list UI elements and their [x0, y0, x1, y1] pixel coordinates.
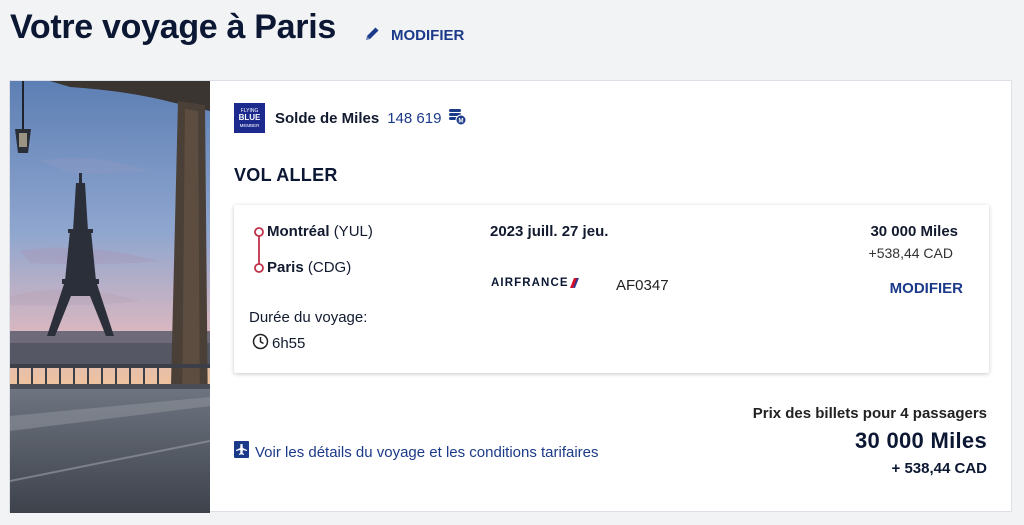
- total-price-label: Prix des billets pour 4 passagers: [752, 405, 987, 422]
- trip-details-label: Voir les détails du voyage et les condit…: [255, 443, 599, 461]
- miles-balance-value: 148 619: [387, 109, 442, 127]
- airfrance-logo-icon: AIRFRANCE: [491, 277, 569, 289]
- flying-blue-logo-line2: BLUE: [239, 113, 261, 122]
- duration-label: Durée du voyage:: [249, 309, 368, 326]
- airfrance-stripe-icon: [569, 278, 579, 288]
- miles-coins-icon: M: [447, 106, 467, 131]
- modify-trip-label: MODIFIER: [391, 27, 465, 44]
- route-line-icon: [254, 227, 264, 273]
- outbound-section-title: VOL ALLER: [234, 165, 338, 185]
- destination-city: Paris: [267, 259, 304, 276]
- duration-value: 6h55: [272, 335, 306, 352]
- trip-card: FLYING BLUE MEMBER Solde de Miles 148 61…: [9, 80, 1012, 513]
- destination: Paris (CDG): [267, 259, 351, 276]
- flight-price-cad: +538,44 CAD: [868, 245, 953, 261]
- flying-blue-logo: FLYING BLUE MEMBER: [234, 103, 265, 133]
- airplane-document-icon: [234, 441, 250, 463]
- svg-text:M: M: [459, 118, 464, 124]
- flying-blue-logo-line3: MEMBER: [240, 123, 261, 128]
- duration: 6h55: [252, 333, 305, 354]
- clock-icon: [252, 333, 269, 354]
- flight-date: 2023 juill. 27 jeu.: [490, 223, 609, 240]
- outbound-flight-card: Montréal (YUL) Paris (CDG) Durée du voya…: [234, 205, 989, 373]
- modify-flight-button[interactable]: MODIFIER: [890, 280, 963, 297]
- total-price-miles: 30 000 Miles: [854, 428, 987, 453]
- pencil-icon: [364, 25, 381, 46]
- trip-details-link[interactable]: Voir les détails du voyage et les condit…: [234, 441, 599, 463]
- miles-balance: FLYING BLUE MEMBER Solde de Miles 148 61…: [234, 103, 467, 133]
- airline: AIRFRANCE: [491, 277, 581, 289]
- miles-balance-label: Solde de Miles: [275, 109, 380, 127]
- total-price-cad: + 538,44 CAD: [891, 460, 987, 477]
- flight-price-miles: 30 000 Miles: [870, 223, 958, 240]
- modify-trip-button[interactable]: MODIFIER: [364, 25, 464, 46]
- destination-code: (CDG): [307, 259, 352, 276]
- flight-number: AF0347: [616, 277, 669, 294]
- page-title: Votre voyage à Paris: [10, 8, 336, 46]
- eiffel-tower-photo: [10, 81, 210, 513]
- origin-city: Montréal: [267, 223, 330, 240]
- origin: Montréal (YUL): [267, 223, 373, 240]
- origin-code: (YUL): [333, 223, 373, 240]
